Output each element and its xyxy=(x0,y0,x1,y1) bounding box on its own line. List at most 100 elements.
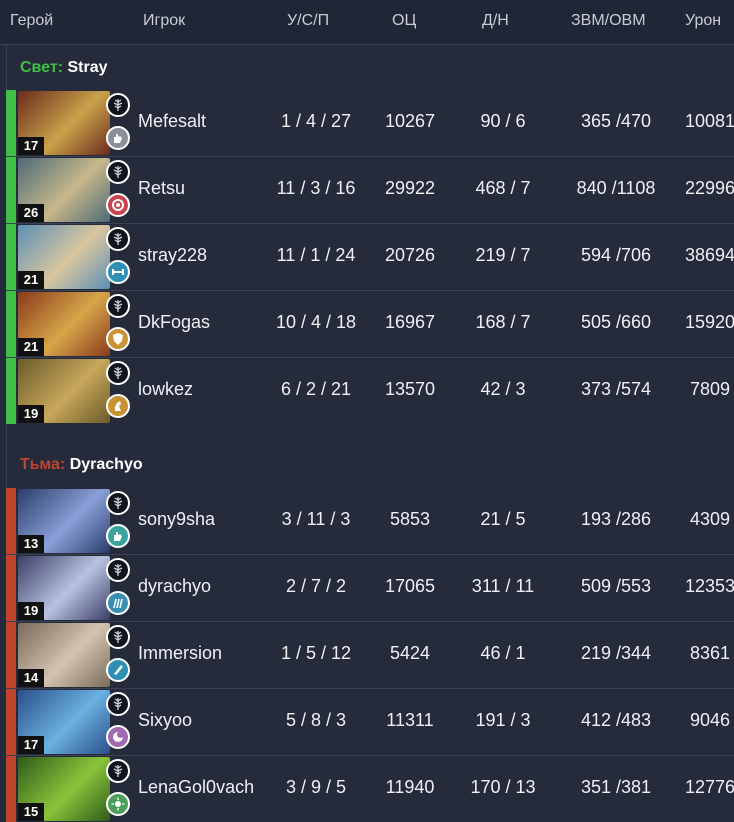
player-name[interactable]: DkFogas xyxy=(138,312,210,333)
kda-value: 6 / 2 / 21 xyxy=(280,379,352,399)
gpm-xpm-value: 505 /660 xyxy=(580,312,652,332)
player-name[interactable]: Mefesalt xyxy=(138,111,206,132)
player-name[interactable]: sony9sha xyxy=(138,509,215,530)
tree-icon xyxy=(106,160,130,184)
lasthits-denies-value: 42 / 3 xyxy=(480,379,526,399)
damage-value: 7809 xyxy=(689,379,731,399)
kda-value: 1 / 5 / 12 xyxy=(280,643,352,663)
team-color-bar xyxy=(6,291,16,357)
gpm-xpm-value: 193 /286 xyxy=(580,509,652,529)
dire-side-label: Тьма: xyxy=(20,456,66,473)
player-row[interactable]: 17 Mefesalt 1 / 4 / 27 10267 90 / 6 365 … xyxy=(6,90,734,156)
player-name[interactable]: dyrachyo xyxy=(138,576,211,597)
col-gpm-xpm[interactable]: ЗВМ/ОВМ xyxy=(571,12,646,30)
col-damage[interactable]: Урон xyxy=(685,12,721,30)
team-color-bar xyxy=(6,622,16,688)
team-color-bar xyxy=(6,157,16,223)
lasthits-denies-value: 46 / 1 xyxy=(480,643,526,663)
net-worth-value: 16967 xyxy=(384,312,436,332)
lasthits-denies-value: 311 / 11 xyxy=(471,576,535,596)
hero-level: 15 xyxy=(18,803,44,821)
radiant-section-title: Свет: Stray xyxy=(20,59,108,77)
tree-icon xyxy=(106,558,130,582)
carry-swirl-icon xyxy=(106,193,130,217)
net-worth-value: 11311 xyxy=(386,710,434,730)
damage-value: 4309 xyxy=(689,509,731,529)
hero-level: 14 xyxy=(18,669,44,687)
hero-level: 19 xyxy=(18,602,44,620)
offlane-shield-icon xyxy=(106,327,130,351)
support-hand-icon xyxy=(106,126,130,150)
lasthits-denies-value: 191 / 3 xyxy=(475,710,531,730)
dire-team-name[interactable]: Dyrachyo xyxy=(70,456,143,473)
player-row[interactable]: 13 sony9sha 3 / 11 / 3 5853 21 / 5 193 /… xyxy=(6,488,734,554)
player-row[interactable]: 21 DkFogas 10 / 4 / 18 16967 168 / 7 505… xyxy=(6,291,734,357)
kda-value: 1 / 4 / 27 xyxy=(280,111,352,131)
tree-icon xyxy=(106,361,130,385)
player-row[interactable]: 26 Retsu 11 / 3 / 16 29922 468 / 7 840 /… xyxy=(6,157,734,223)
damage-value: 12353 xyxy=(684,576,734,596)
tree-icon xyxy=(106,294,130,318)
col-net-worth[interactable]: ОЦ xyxy=(392,12,416,30)
gpm-xpm-value: 509 /553 xyxy=(580,576,652,596)
tree-icon xyxy=(106,491,130,515)
player-row[interactable]: 14 Immersion 1 / 5 / 12 5424 46 / 1 219 … xyxy=(6,622,734,688)
hero-level: 13 xyxy=(18,535,44,553)
support-sun-icon xyxy=(106,792,130,816)
kda-value: 10 / 4 / 18 xyxy=(275,312,357,332)
offlane-blade-icon xyxy=(106,658,130,682)
hero-level: 26 xyxy=(18,204,44,222)
player-name[interactable]: lowkez xyxy=(138,379,193,400)
gpm-xpm-value: 351 /381 xyxy=(580,777,652,797)
hero-level: 17 xyxy=(18,736,44,754)
gpm-xpm-value: 219 /344 xyxy=(580,643,652,663)
kda-value: 5 / 8 / 3 xyxy=(285,710,347,730)
lasthits-denies-value: 468 / 7 xyxy=(475,178,531,198)
kda-value: 3 / 11 / 3 xyxy=(281,509,351,529)
damage-value: 38694 xyxy=(684,245,734,265)
player-row[interactable]: 17 Sixyoo 5 / 8 / 3 11311 191 / 3 412 /4… xyxy=(6,689,734,755)
damage-value: 10081 xyxy=(684,111,734,131)
net-worth-value: 5424 xyxy=(389,643,431,663)
net-worth-value: 10267 xyxy=(384,111,436,131)
player-name[interactable]: Immersion xyxy=(138,643,222,664)
damage-value: 12776 xyxy=(684,777,734,797)
col-hero[interactable]: Герой xyxy=(10,12,53,30)
kda-value: 2 / 7 / 2 xyxy=(285,576,347,596)
gpm-xpm-value: 365 /470 xyxy=(580,111,652,131)
net-worth-value: 20726 xyxy=(384,245,436,265)
player-name[interactable]: LenaGol0vach xyxy=(138,777,254,798)
damage-value: 15920 xyxy=(684,312,734,332)
hero-level: 17 xyxy=(18,137,44,155)
player-row[interactable]: 19 lowkez 6 / 2 / 21 13570 42 / 3 373 /5… xyxy=(6,358,734,424)
hero-level: 21 xyxy=(18,271,44,289)
radiant-side-label: Свет: xyxy=(20,59,64,76)
lasthits-denies-value: 219 / 7 xyxy=(475,245,531,265)
damage-value: 8361 xyxy=(689,643,731,663)
table-header: Герой Игрок У/С/П ОЦ Д/Н ЗВМ/ОВМ Урон xyxy=(0,0,734,45)
net-worth-value: 17065 xyxy=(384,576,436,596)
team-color-bar xyxy=(6,358,16,424)
lasthits-denies-value: 170 / 13 xyxy=(470,777,536,797)
player-row[interactable]: 21 stray228 11 / 1 / 24 20726 219 / 7 59… xyxy=(6,224,734,290)
tree-icon xyxy=(106,227,130,251)
player-name[interactable]: Sixyoo xyxy=(138,710,192,731)
player-name[interactable]: stray228 xyxy=(138,245,207,266)
player-row[interactable]: 19 dyrachyo 2 / 7 / 2 17065 311 / 11 509… xyxy=(6,555,734,621)
col-lasthits-denies[interactable]: Д/Н xyxy=(482,12,509,30)
net-worth-value: 11940 xyxy=(385,777,435,797)
net-worth-value: 29922 xyxy=(384,178,436,198)
net-worth-value: 13570 xyxy=(384,379,436,399)
player-name[interactable]: Retsu xyxy=(138,178,185,199)
mid-dumbbell-icon xyxy=(106,260,130,284)
mid-orb-icon xyxy=(106,725,130,749)
team-color-bar xyxy=(6,689,16,755)
radiant-team-name[interactable]: Stray xyxy=(67,59,107,76)
damage-value: 9046 xyxy=(689,710,731,730)
col-kda[interactable]: У/С/П xyxy=(287,12,329,30)
lasthits-denies-value: 168 / 7 xyxy=(475,312,531,332)
col-player[interactable]: Игрок xyxy=(143,12,185,30)
kda-value: 11 / 3 / 16 xyxy=(276,178,356,198)
player-row[interactable]: 15 LenaGol0vach 3 / 9 / 5 11940 170 / 13… xyxy=(6,756,734,822)
tree-icon xyxy=(106,93,130,117)
